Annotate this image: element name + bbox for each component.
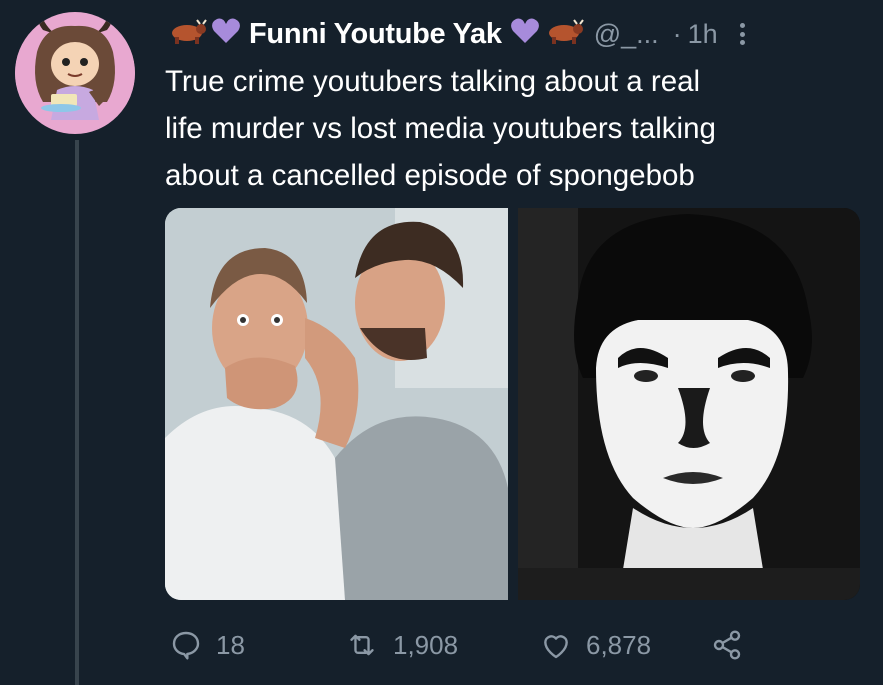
purple-heart-icon [211,17,241,52]
media-photo-gossip[interactable] [165,208,508,600]
heart-icon [544,635,568,659]
yak-icon [544,18,584,51]
media-photo-dark-face[interactable] [517,208,860,600]
purple-heart-icon [510,17,540,52]
share-button[interactable] [710,629,744,661]
avatar[interactable] [15,12,135,134]
tweet-actions: 18 1,908 6,878 [170,620,870,670]
retweet-icon [350,634,374,656]
media-grid[interactable] [165,208,860,600]
yak-icon [167,18,207,51]
retweet-count: 1,908 [393,629,459,660]
avatar-illustration [15,13,135,133]
reply-button[interactable]: 18 [170,629,345,661]
like-count: 6,878 [586,629,652,660]
retweet-button[interactable]: 1,908 [345,629,540,661]
tweet-header: Funni Youtube Yak @_... · 1h [165,14,875,54]
author-name[interactable]: Funni Youtube Yak [249,18,502,51]
separator-dot: · [672,18,682,49]
reply-icon [172,631,200,660]
like-button[interactable]: 6,878 [540,630,710,661]
more-icon[interactable] [736,19,750,49]
author-handle[interactable]: @_... [594,19,659,50]
tweet-text: True crime youtubers talking about a rea… [165,65,716,192]
thread-line [75,140,79,685]
reply-count: 18 [216,629,245,660]
timestamp[interactable]: 1h [688,19,718,50]
share-icon [713,630,741,660]
